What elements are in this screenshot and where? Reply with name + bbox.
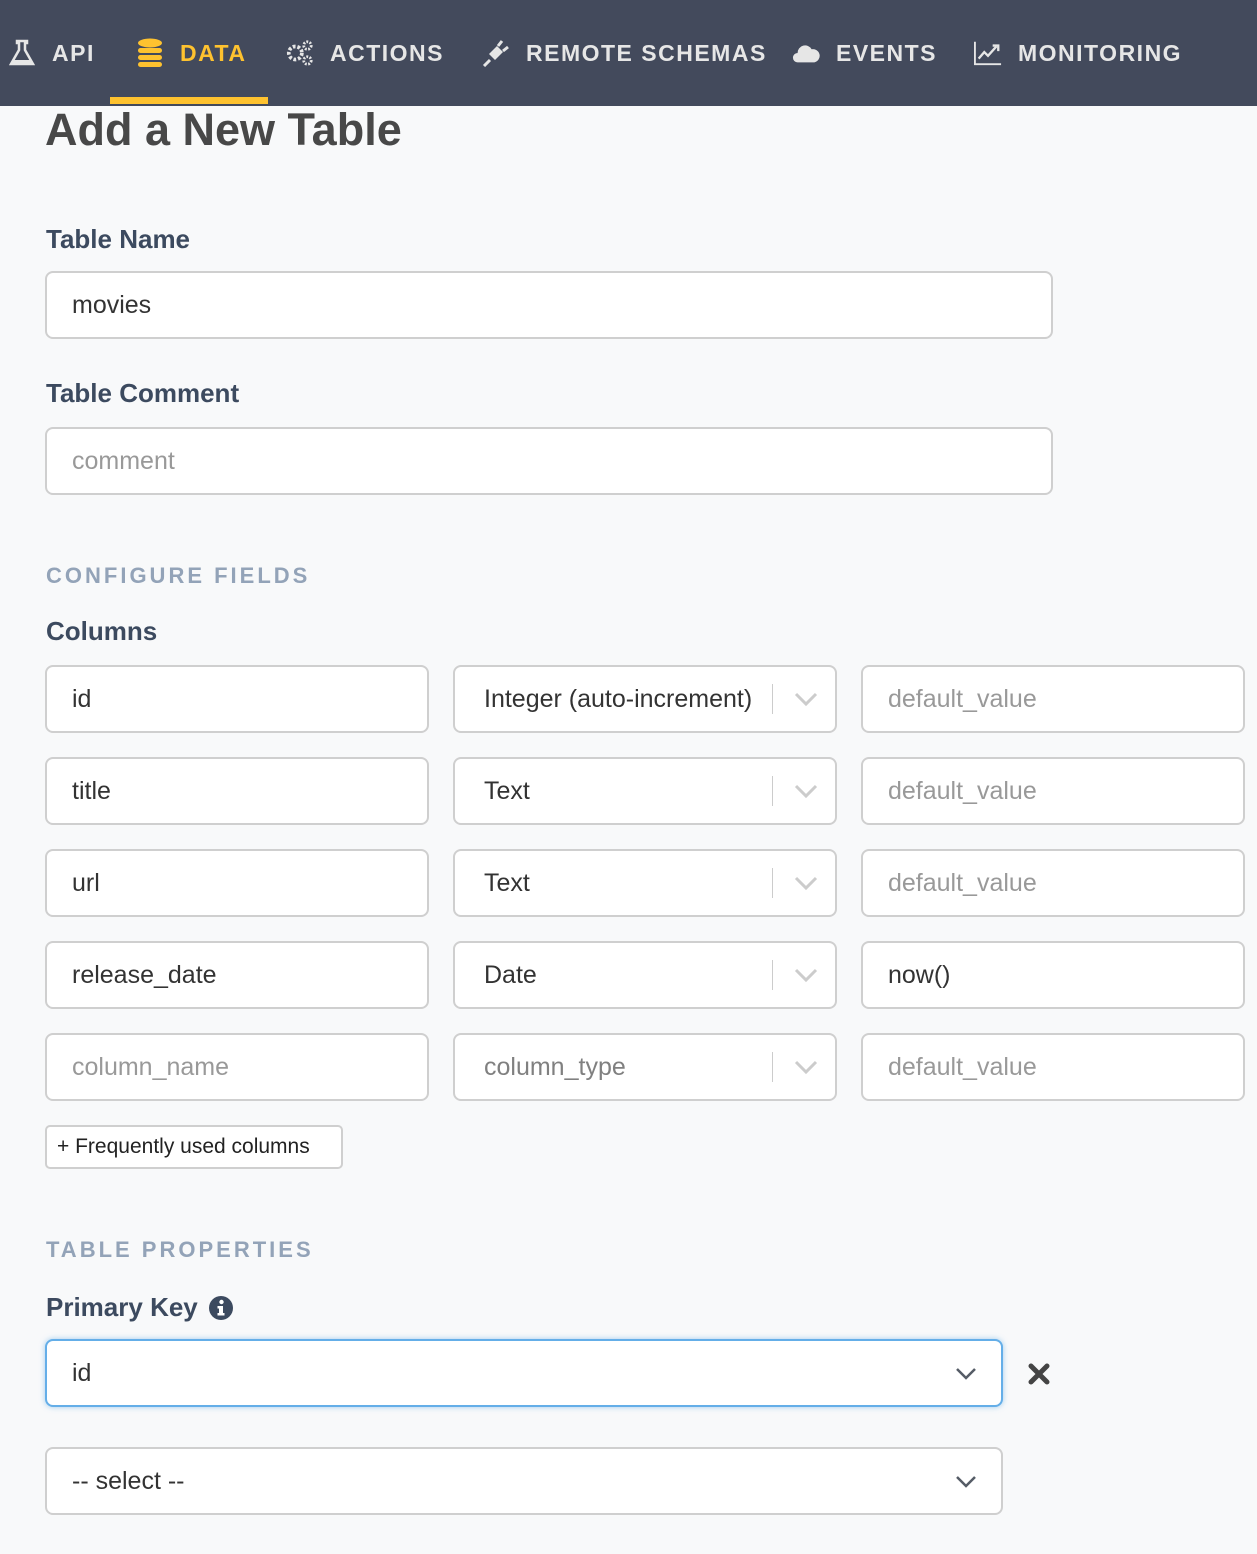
top-navigation: API DATA ACTIONS REMOTE SCHEMAS EVENTS M… [0, 0, 1257, 106]
nav-label: REMOTE SCHEMAS [526, 39, 767, 66]
nav-item-monitoring[interactable]: MONITORING [974, 0, 1182, 106]
nav-label: API [52, 39, 95, 66]
select-separator [772, 776, 773, 806]
column-type-value: Date [484, 960, 537, 989]
column-type-select[interactable]: Integer (auto-increment) [453, 665, 837, 733]
nav-item-api[interactable]: API [8, 0, 95, 106]
flask-icon [8, 39, 36, 67]
column-name-input[interactable]: column_name [45, 1033, 429, 1101]
chevron-down-icon [794, 1060, 818, 1075]
cogs-icon [286, 39, 314, 67]
frequently-used-columns-button[interactable]: + Frequently used columns [45, 1125, 343, 1169]
table-comment-label: Table Comment [46, 378, 240, 408]
column-type-value: Text [484, 868, 530, 897]
nav-label: ACTIONS [330, 39, 444, 66]
plug-icon [482, 39, 510, 67]
column-default-input[interactable]: default_value [861, 665, 1245, 733]
remove-primary-key-icon[interactable] [1028, 1363, 1050, 1385]
cloud-icon [792, 39, 820, 67]
nav-item-remote-schemas[interactable]: REMOTE SCHEMAS [482, 0, 767, 106]
column-type-select[interactable]: column_type [453, 1033, 837, 1101]
configure-fields-heading: CONFIGURE FIELDS [46, 563, 311, 588]
nav-label: MONITORING [1018, 39, 1183, 66]
column-default-input[interactable]: default_value [861, 1033, 1245, 1101]
primary-key-select[interactable]: id [45, 1339, 1003, 1407]
table-properties-heading: TABLE PROPERTIES [46, 1237, 314, 1262]
column-type-value: Text [484, 776, 530, 805]
column-name-input[interactable]: id [45, 665, 429, 733]
columns-label: Columns [46, 616, 158, 646]
chevron-down-icon [956, 1368, 976, 1380]
column-name-input[interactable]: release_date [45, 941, 429, 1009]
chevron-down-icon [794, 968, 818, 983]
chevron-down-icon [794, 784, 818, 799]
select-separator [772, 1052, 773, 1082]
nav-label: DATA [180, 39, 247, 66]
chevron-down-icon [794, 876, 818, 891]
select-separator [772, 868, 773, 898]
nav-item-events[interactable]: EVENTS [792, 0, 937, 106]
chevron-down-icon [794, 692, 818, 707]
column-name-input[interactable]: url [45, 849, 429, 917]
column-type-placeholder: column_type [484, 1052, 626, 1081]
line-chart-icon [974, 39, 1002, 67]
column-type-value: Integer (auto-increment) [484, 684, 753, 713]
column-default-input[interactable]: now() [861, 941, 1245, 1009]
column-type-select[interactable]: Text [453, 757, 837, 825]
table-comment-input[interactable]: comment [45, 427, 1053, 495]
table-name-input[interactable]: movies [45, 271, 1053, 339]
column-type-select[interactable]: Date [453, 941, 837, 1009]
primary-key-value: id [72, 1358, 92, 1387]
database-icon [136, 38, 164, 67]
primary-key-value: -- select -- [72, 1466, 185, 1495]
primary-key-label-row: Primary Key [46, 1292, 233, 1323]
chevron-down-icon [956, 1476, 976, 1488]
nav-item-data[interactable]: DATA [110, 0, 269, 106]
active-tab-indicator [110, 97, 269, 104]
nav-label: EVENTS [836, 39, 938, 66]
column-default-input[interactable]: default_value [861, 849, 1245, 917]
select-separator [772, 684, 773, 714]
column-name-input[interactable]: title [45, 757, 429, 825]
column-default-input[interactable]: default_value [861, 757, 1245, 825]
page-title: Add a New Table [45, 104, 402, 155]
primary-key-label: Primary Key [46, 1292, 198, 1322]
select-separator [772, 960, 773, 990]
primary-key-select[interactable]: -- select -- [45, 1447, 1003, 1515]
column-type-select[interactable]: Text [453, 849, 837, 917]
nav-item-actions[interactable]: ACTIONS [286, 0, 444, 106]
info-icon[interactable] [208, 1295, 233, 1320]
table-name-label: Table Name [46, 224, 191, 254]
